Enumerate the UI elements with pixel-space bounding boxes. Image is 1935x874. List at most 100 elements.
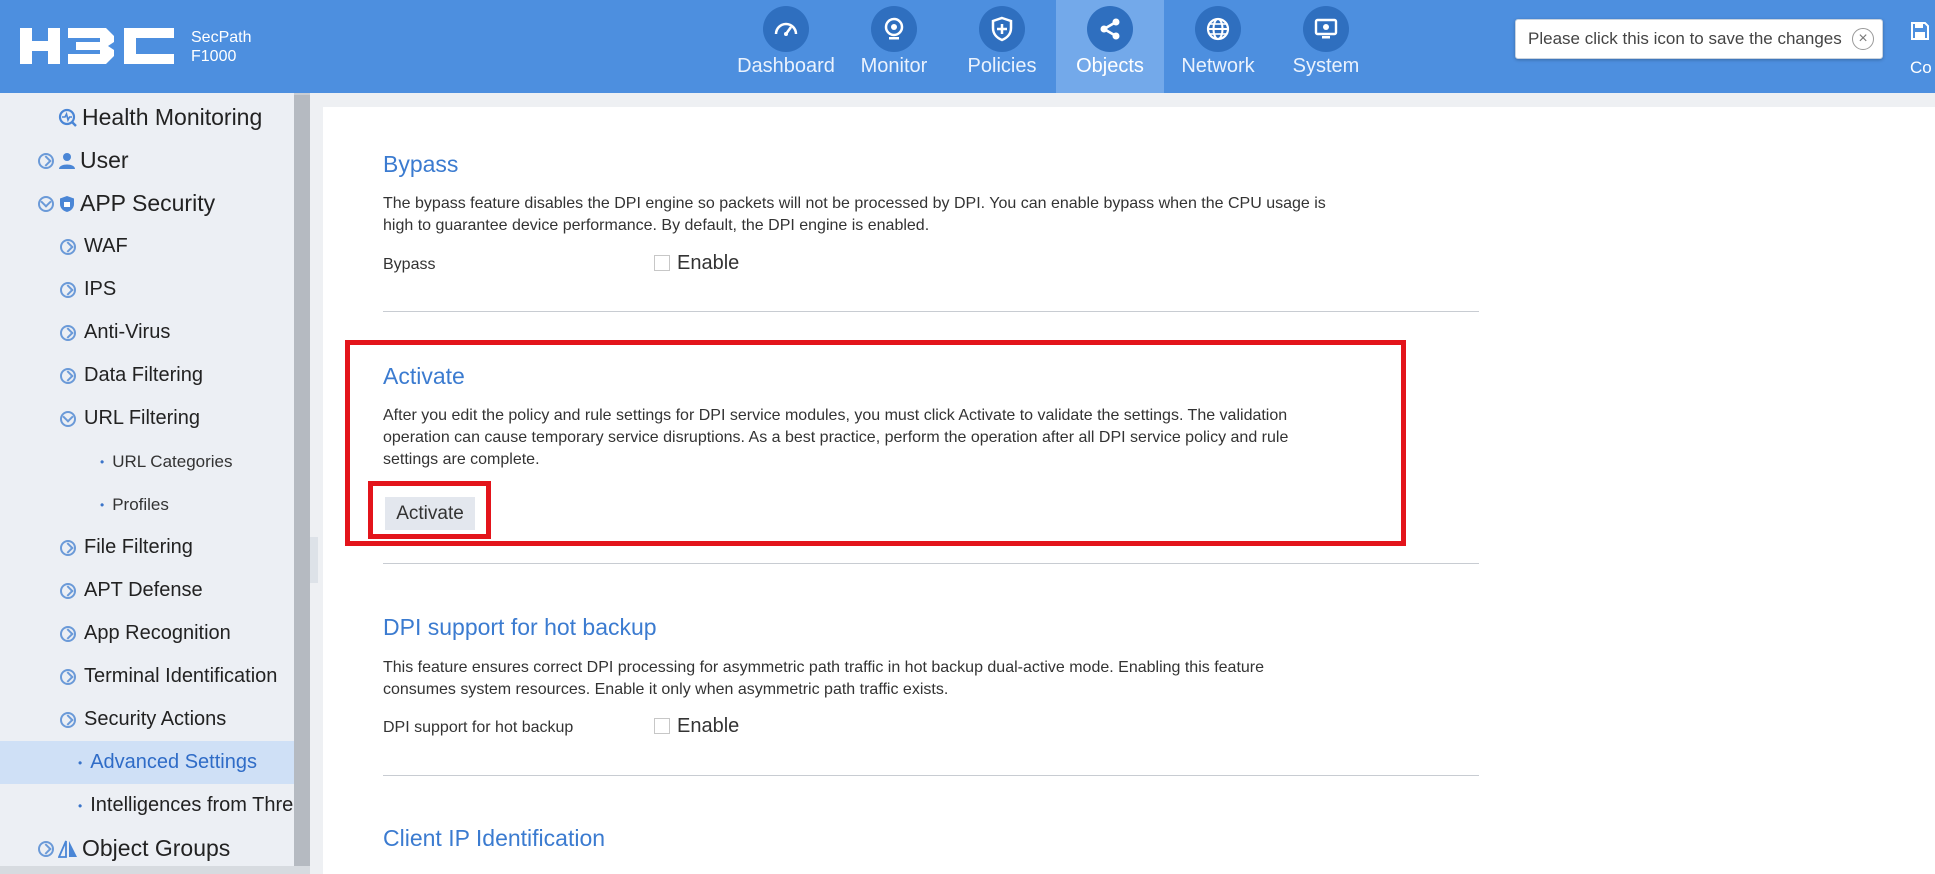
chevron-down-icon (60, 410, 76, 427)
desc-line: consumes system resources. Enable it onl… (383, 681, 949, 698)
sidebar-item-data-filtering[interactable]: Data Filtering (0, 354, 294, 397)
scrollbar-thumb[interactable] (294, 95, 310, 866)
top-nav: Dashboard Monitor Policies Objects Netwo… (732, 0, 1380, 93)
sidebar-item-label: Data Filtering (84, 364, 203, 386)
user-icon (59, 152, 75, 169)
chevron-right-icon (60, 582, 76, 599)
sidebar-item-label: APT Defense (84, 579, 203, 601)
nav-system[interactable]: System (1272, 0, 1380, 93)
sidebar-item-label: URL Categories (112, 451, 233, 471)
nav-objects[interactable]: Objects (1056, 0, 1164, 93)
nav-monitor-label: Monitor (860, 55, 928, 77)
sidebar-item-label: Health Monitoring (82, 104, 263, 130)
dashboard-icon (763, 6, 809, 52)
save-tooltip: Please click this icon to save the chang… (1515, 19, 1883, 59)
sidebar-item-label: Profiles (112, 494, 169, 514)
hot-backup-field-label: DPI support for hot backup (383, 719, 574, 736)
product-line2: F1000 (191, 48, 237, 65)
sidebar-item-user[interactable]: User (0, 139, 294, 182)
sidebar-item-url-filtering[interactable]: URL Filtering (0, 397, 294, 440)
bullet-icon: • (100, 454, 105, 469)
bypass-enable-checkbox[interactable] (654, 255, 670, 271)
sidebar-item-ips[interactable]: IPS (0, 268, 294, 311)
chevron-right-icon (60, 367, 76, 384)
hot-backup-description: This feature ensures correct DPI process… (383, 657, 1413, 701)
close-icon[interactable]: × (1852, 28, 1874, 50)
sidebar-item-label: APP Security (80, 190, 216, 216)
collapse-sidebar-handle[interactable] (310, 537, 318, 583)
sidebar-item-label: WAF (84, 235, 128, 257)
section-divider (383, 775, 1479, 776)
shield-icon (979, 6, 1025, 52)
sidebar-item-anti-virus[interactable]: Anti-Virus (0, 311, 294, 354)
nav-policies[interactable]: Policies (948, 0, 1056, 93)
chevron-right-icon (60, 238, 76, 255)
bullet-icon: • (78, 755, 83, 770)
activate-button-highlight (368, 481, 491, 539)
share-icon (1087, 6, 1133, 52)
save-label[interactable]: Co (1910, 58, 1932, 78)
sidebar-scrollbar[interactable] (294, 93, 310, 866)
nav-network[interactable]: Network (1164, 0, 1272, 93)
chevron-right-icon (60, 668, 76, 685)
section-divider (383, 563, 1479, 564)
hot-backup-enable-checkbox[interactable] (654, 718, 670, 734)
sidebar-item-waf[interactable]: WAF (0, 225, 294, 268)
hot-backup-title: DPI support for hot backup (383, 614, 657, 640)
save-icon[interactable] (1911, 22, 1929, 40)
sidebar-item-file-filtering[interactable]: File Filtering (0, 526, 294, 569)
sidebar-item-terminal-identification[interactable]: Terminal Identification (0, 655, 294, 698)
object-groups-icon (58, 840, 77, 858)
nav-monitor[interactable]: Monitor (840, 0, 948, 93)
health-monitor-icon (58, 108, 77, 127)
sidebar-item-label: Advanced Settings (90, 751, 257, 773)
sidebar-item-label: IPS (84, 278, 117, 300)
bullet-icon: • (78, 798, 83, 813)
chevron-right-icon (60, 539, 76, 556)
desc-line: operation can cause temporary service di… (383, 429, 1289, 446)
hot-backup-enable-label[interactable]: Enable (677, 715, 739, 738)
chevron-right-icon (60, 625, 76, 642)
nav-network-label: Network (1181, 55, 1255, 77)
h3c-logo (20, 28, 174, 64)
sidebar-item-object-groups[interactable]: Object Groups (0, 827, 294, 870)
nav-system-label: System (1292, 55, 1360, 77)
sidebar-item-app-recognition[interactable]: App Recognition (0, 612, 294, 655)
nav-dashboard[interactable]: Dashboard (732, 0, 840, 93)
client-ip-title: Client IP Identification (383, 825, 606, 851)
chevron-right-icon (38, 840, 54, 857)
chevron-right-icon (60, 281, 76, 298)
monitor-icon (871, 6, 917, 52)
desc-line: After you edit the policy and rule setti… (383, 407, 1288, 424)
sidebar-item-intelligences[interactable]: • Intelligences from Thre (0, 784, 294, 827)
nav-policies-label: Policies (967, 55, 1037, 77)
sidebar-item-health-monitoring[interactable]: Health Monitoring (0, 96, 294, 139)
product-line1: SecPath (191, 29, 252, 46)
sidebar-item-profiles[interactable]: • Profiles (0, 483, 294, 526)
sidebar-item-security-actions[interactable]: Security Actions (0, 698, 294, 741)
sidebar-item-label: Object Groups (82, 835, 231, 861)
nav-objects-label: Objects (1076, 55, 1144, 77)
bypass-title: Bypass (383, 151, 459, 177)
sidebar-item-label: Security Actions (84, 708, 227, 730)
sidebar-item-label: File Filtering (84, 536, 193, 558)
bypass-enable-label[interactable]: Enable (677, 252, 739, 275)
sidebar-item-advanced-settings[interactable]: • Advanced Settings (0, 741, 294, 784)
system-icon (1303, 6, 1349, 52)
sidebar-item-label: Terminal Identification (84, 665, 278, 687)
sidebar: Health Monitoring User APP Security WAF … (0, 93, 294, 874)
activate-description: After you edit the policy and rule setti… (383, 405, 1413, 471)
desc-line: high to guarantee device performance. By… (383, 217, 930, 234)
bypass-field-label: Bypass (383, 256, 436, 273)
activate-title: Activate (383, 363, 465, 389)
sidebar-item-url-categories[interactable]: • URL Categories (0, 440, 294, 483)
chevron-right-icon (60, 324, 76, 341)
tooltip-text: Please click this icon to save the chang… (1528, 29, 1842, 48)
nav-dashboard-label: Dashboard (737, 55, 835, 77)
chevron-right-icon (38, 152, 54, 169)
sidebar-item-app-security[interactable]: APP Security (0, 182, 294, 225)
desc-line: This feature ensures correct DPI process… (383, 659, 1265, 676)
sidebar-item-label: Intelligences from Thre (90, 794, 294, 816)
desc-line: The bypass feature disables the DPI engi… (383, 195, 1326, 212)
sidebar-item-apt-defense[interactable]: APT Defense (0, 569, 294, 612)
